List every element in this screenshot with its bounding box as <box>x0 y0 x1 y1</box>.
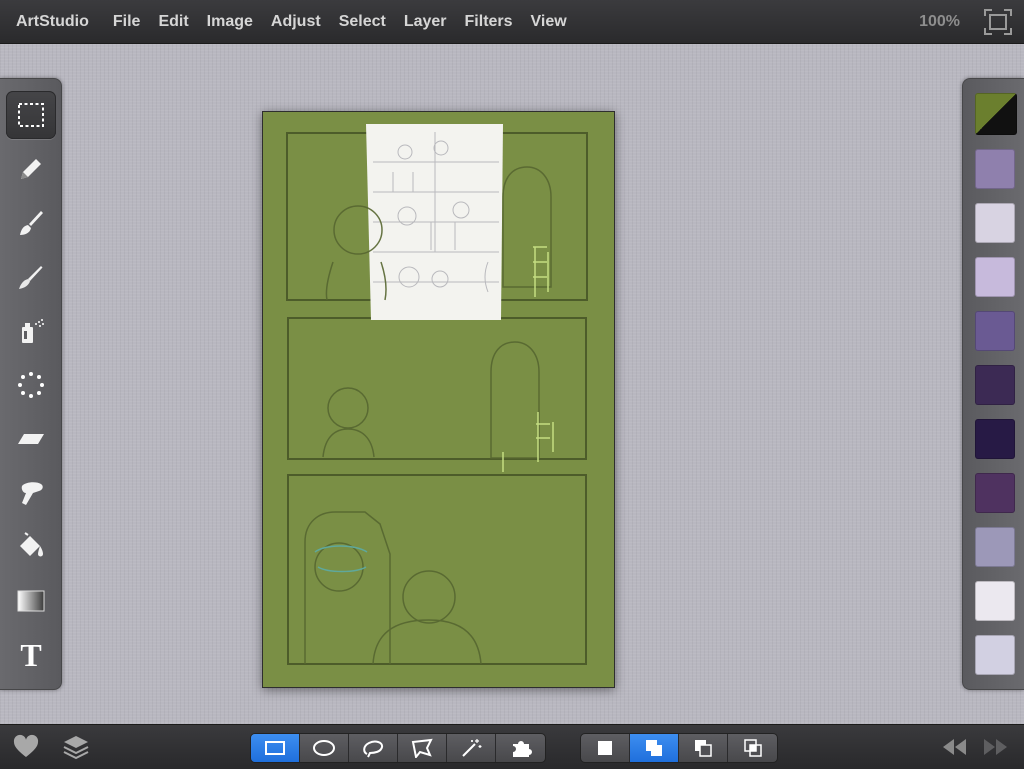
soft-brush-icon <box>19 266 43 289</box>
menu-adjust[interactable]: Adjust <box>271 13 321 31</box>
menu-layer[interactable]: Layer <box>404 13 447 31</box>
scatter-tool[interactable] <box>6 361 56 409</box>
polygon-lasso-icon <box>411 738 433 758</box>
bottom-toolbar <box>0 724 1024 769</box>
text-tool[interactable]: T <box>6 631 56 679</box>
add-selection-button[interactable] <box>630 734 679 762</box>
subtract-selection-button[interactable] <box>679 734 728 762</box>
brush-icon <box>20 211 43 235</box>
smudge-tool[interactable] <box>6 253 56 301</box>
fullscreen-icon[interactable] <box>984 9 1012 35</box>
menu-edit[interactable]: Edit <box>158 13 188 31</box>
color-swatch[interactable] <box>975 527 1015 567</box>
add-squares-icon <box>646 740 662 756</box>
menu-file[interactable]: File <box>113 13 141 31</box>
menu-select[interactable]: Select <box>339 13 386 31</box>
eraser-tool[interactable] <box>6 415 56 463</box>
intersect-selection-button[interactable] <box>728 734 777 762</box>
zoom-level[interactable]: 100% <box>919 13 960 31</box>
square-icon <box>598 741 612 755</box>
color-swatch[interactable] <box>975 257 1015 297</box>
spray-can-icon <box>22 319 44 343</box>
tool-panel: T <box>0 78 62 690</box>
color-swatch[interactable] <box>975 149 1015 189</box>
magic-wand-button[interactable] <box>447 734 496 762</box>
eraser-icon <box>18 434 44 444</box>
new-selection-button[interactable] <box>581 734 630 762</box>
drawing-canvas[interactable] <box>262 111 615 688</box>
subtract-squares-icon <box>695 740 712 757</box>
color-swatch[interactable] <box>975 365 1015 405</box>
color-swatch[interactable] <box>975 635 1015 675</box>
color-swatch[interactable] <box>975 311 1015 351</box>
rewind-icon[interactable] <box>940 733 968 761</box>
rect-select-button[interactable] <box>251 734 300 762</box>
ellipse-select-button[interactable] <box>300 734 349 762</box>
current-color-swatch[interactable] <box>975 93 1017 135</box>
finger-tool[interactable] <box>6 469 56 517</box>
gradient-icon <box>17 590 45 612</box>
rectangle-icon <box>265 741 285 755</box>
color-swatch[interactable] <box>975 473 1015 513</box>
menu-view[interactable]: View <box>531 13 567 31</box>
paint-bucket-icon <box>20 532 43 557</box>
pencil-icon <box>21 159 41 179</box>
lasso-select-button[interactable] <box>349 734 398 762</box>
selection-tool[interactable] <box>6 91 56 139</box>
menu-filters[interactable]: Filters <box>465 13 513 31</box>
fast-forward-icon[interactable] <box>982 733 1010 761</box>
fill-tool[interactable] <box>6 523 56 571</box>
polygon-select-button[interactable] <box>398 734 447 762</box>
app-name[interactable]: ArtStudio <box>16 13 89 31</box>
brush-tool[interactable] <box>6 199 56 247</box>
menu-bar: ArtStudio File Edit Image Adjust Select … <box>0 0 1024 44</box>
selection-mode-group <box>250 733 546 763</box>
color-panel <box>962 78 1024 690</box>
combine-mode-group <box>580 733 778 763</box>
lasso-icon <box>363 740 384 758</box>
text-icon: T <box>20 636 42 673</box>
ellipse-icon <box>313 740 335 756</box>
heart-icon[interactable] <box>12 733 40 761</box>
gradient-tool[interactable] <box>6 577 56 625</box>
menu-image[interactable]: Image <box>207 13 253 31</box>
pencil-tool[interactable] <box>6 145 56 193</box>
marquee-icon <box>18 103 44 127</box>
layers-icon[interactable] <box>62 733 90 761</box>
spray-tool[interactable] <box>6 307 56 355</box>
color-swatch[interactable] <box>975 419 1015 459</box>
puzzle-select-button[interactable] <box>496 734 545 762</box>
magic-wand-icon <box>462 739 482 757</box>
color-swatch[interactable] <box>975 203 1015 243</box>
sketch-artwork <box>286 124 588 665</box>
puzzle-icon <box>512 741 532 757</box>
smudge-finger-icon <box>21 482 43 505</box>
intersect-squares-icon <box>743 739 762 757</box>
dots-circle-icon <box>18 372 44 398</box>
color-swatch[interactable] <box>975 581 1015 621</box>
